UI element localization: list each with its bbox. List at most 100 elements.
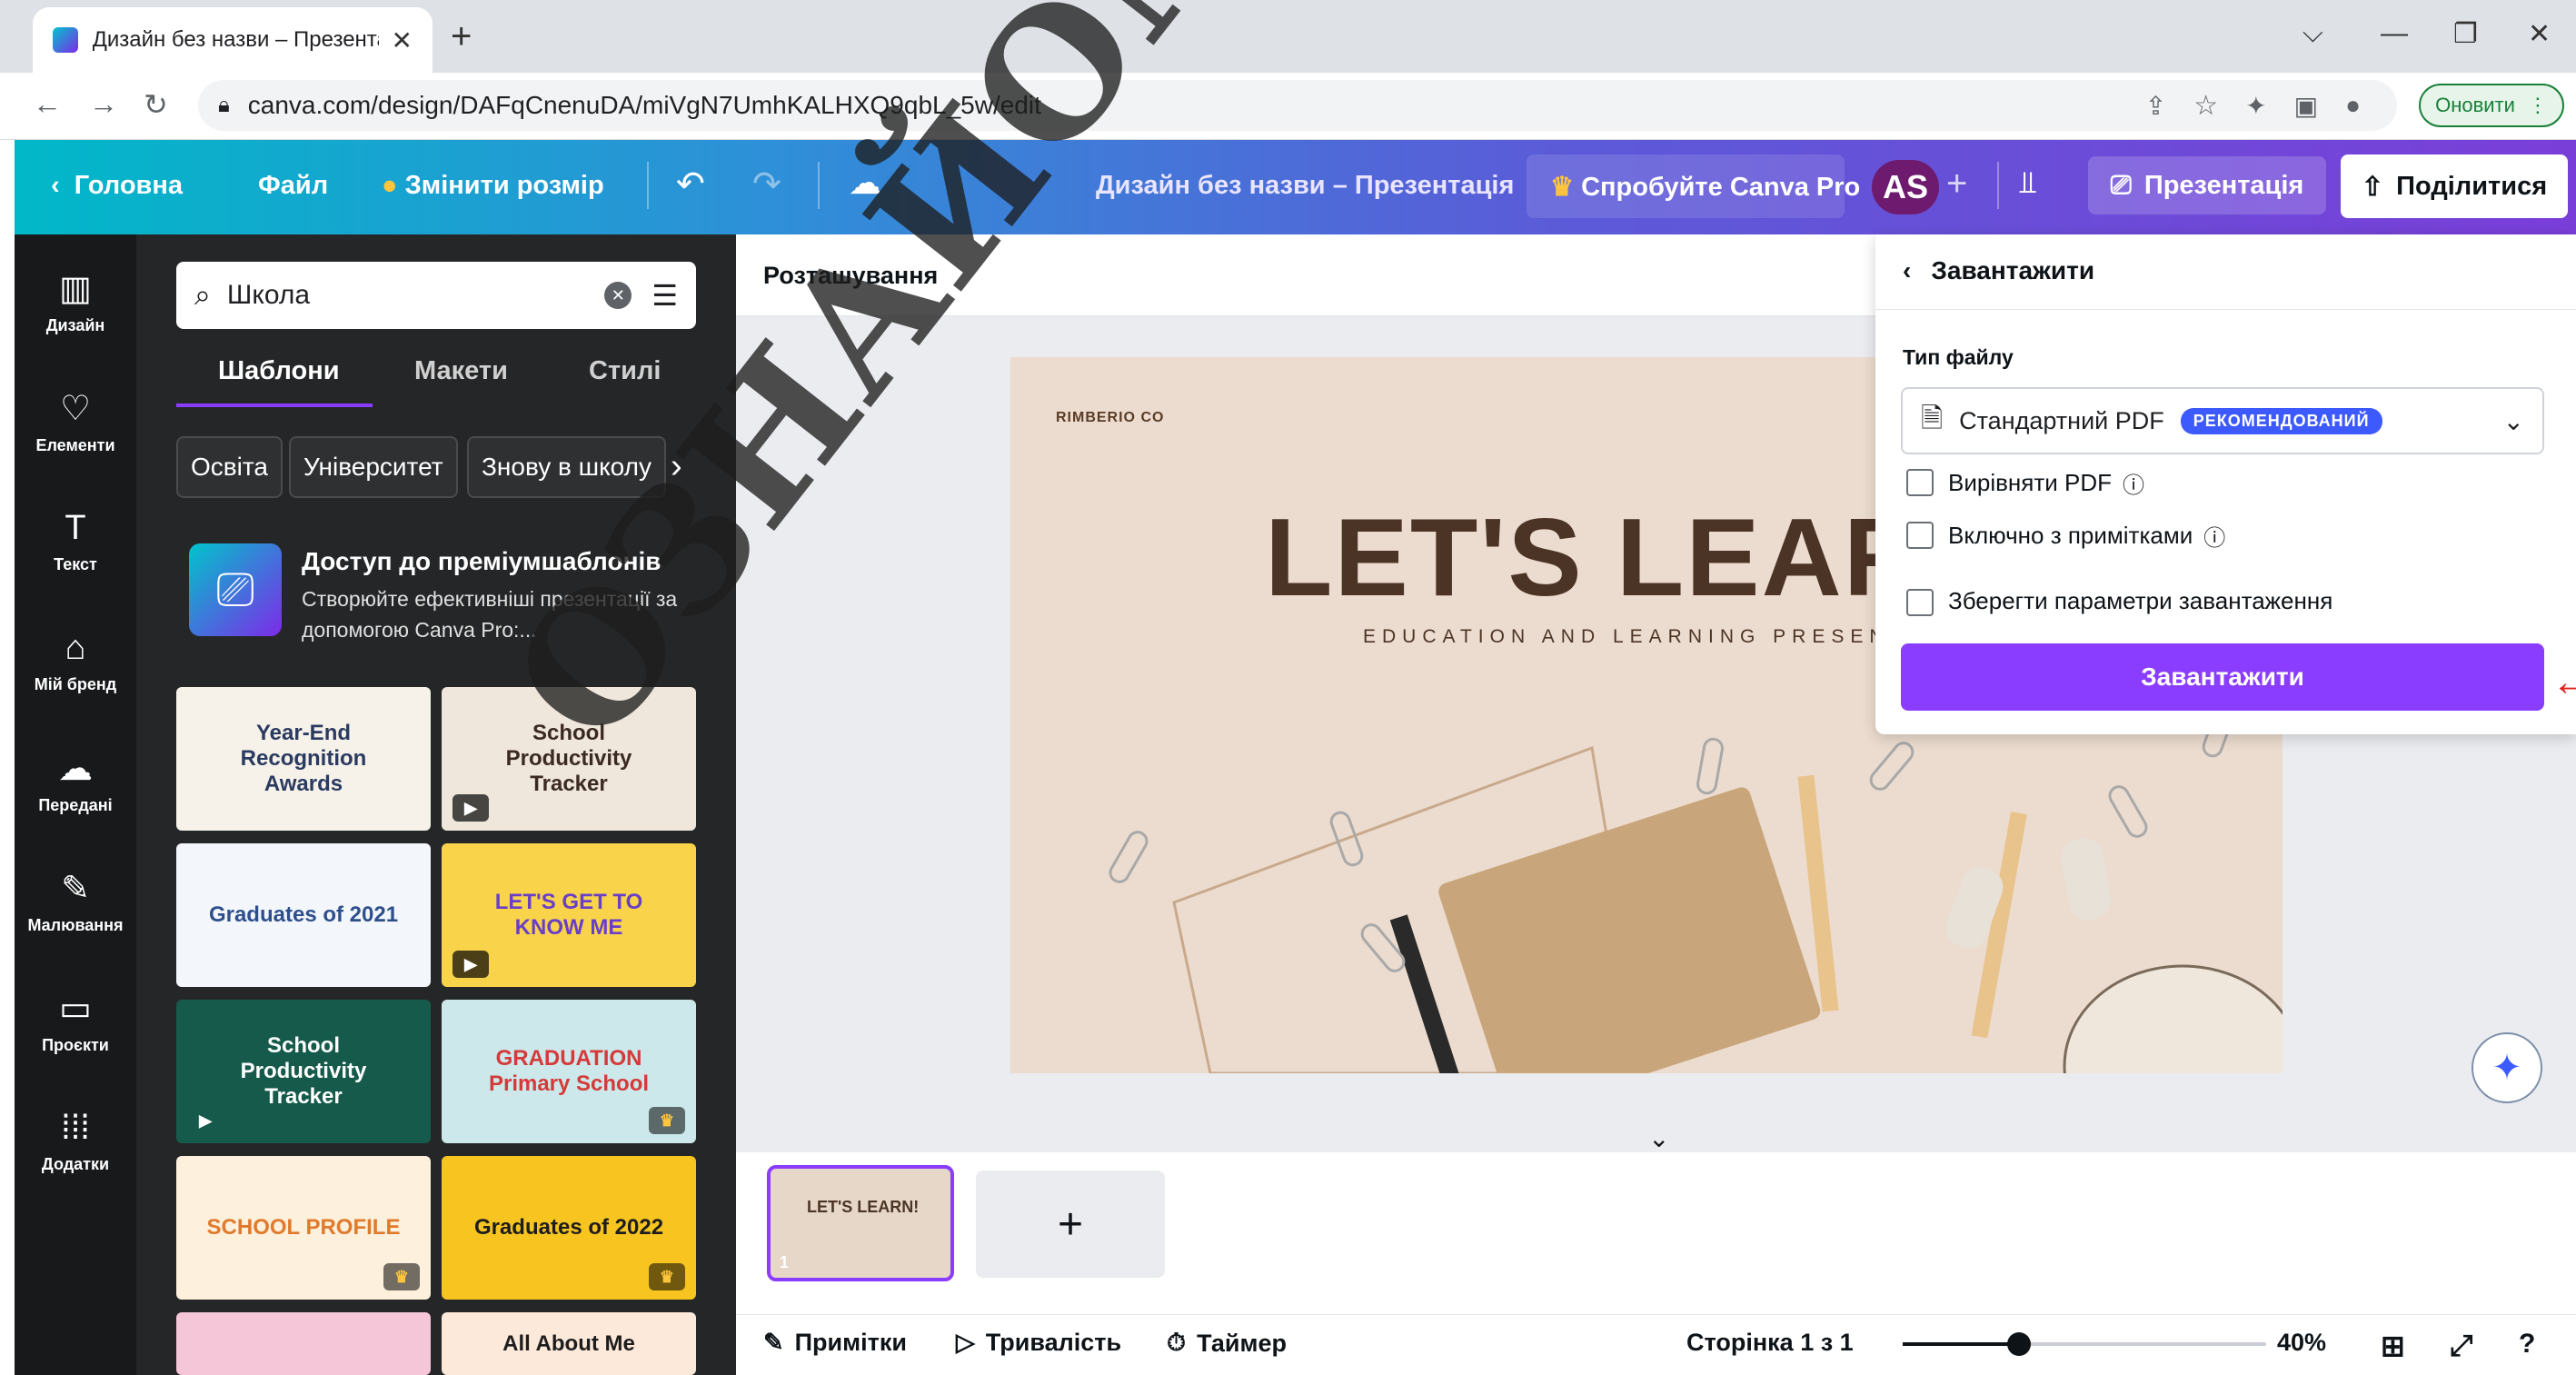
chip-university[interactable]: Університет [289, 436, 458, 498]
include-notes-text: Включно з примітками [1948, 522, 2193, 549]
rail-item-brand[interactable]: ⌂ Мій бренд [15, 602, 136, 722]
template-thumbnail-title: All About Me [502, 1330, 635, 1356]
bookmark-star-icon[interactable]: ☆ [2193, 90, 2218, 122]
info-icon[interactable]: ⓘ [2203, 520, 2225, 552]
position-button[interactable]: Розташування [763, 262, 938, 290]
new-tab-button[interactable]: + [451, 16, 472, 57]
rail-item-uploads[interactable]: ☁ Передані [15, 722, 136, 842]
rail-item-design[interactable]: ▥ Дизайн [15, 242, 136, 362]
extensions-icon[interactable]: ✦ [2245, 91, 2266, 121]
file-type-value: Стандартний PDF [1959, 406, 2164, 434]
update-browser-button[interactable]: Оновити ⋮ [2419, 84, 2564, 127]
magic-sparkle-button[interactable]: ✦ [2472, 1032, 2542, 1103]
template-thumbnail-title: LET'S GET TO KNOW ME [494, 890, 643, 940]
zoom-slider-handle[interactable] [2007, 1332, 2031, 1356]
template-thumbnail[interactable] [176, 1312, 431, 1375]
active-tab-indicator [176, 404, 373, 407]
crown-icon: ● [382, 171, 398, 200]
tab-search-icon[interactable]: ⌵ [2302, 18, 2323, 49]
include-notes-checkbox[interactable] [1906, 522, 1934, 549]
template-thumbnail[interactable]: Year-End Recognition Awards [176, 687, 431, 831]
template-thumbnail[interactable]: School Productivity Tracker ▶ [442, 687, 696, 831]
template-thumbnail[interactable]: LET'S GET TO KNOW ME ▶ [442, 843, 696, 987]
home-button[interactable]: ‹ Головна [51, 171, 183, 201]
play-icon: ▶ [199, 1111, 212, 1130]
notes-button[interactable]: ✎ Примітки [763, 1329, 907, 1357]
back-icon[interactable]: ← [33, 87, 62, 121]
insights-chart-icon[interactable]: ⫫ [2019, 165, 2036, 201]
rail-item-draw[interactable]: ✎ Малювання [15, 842, 136, 962]
rail-item-text[interactable]: T Текст [15, 482, 136, 602]
tab-templates[interactable]: Шаблони [218, 356, 340, 386]
address-bar[interactable]: 🔒︎ canva.com/design/DAFqCnenuDA/miVgN7Um… [198, 80, 2397, 131]
rail-item-apps[interactable]: ⁞⁞⁞ Додатки [15, 1081, 136, 1201]
chevron-down-icon: ⌄ [2502, 406, 2524, 435]
filter-icon[interactable]: ☰ [651, 278, 678, 313]
rail-item-projects[interactable]: ▭ Проєкти [15, 962, 136, 1081]
maximize-icon[interactable]: ❐ [2453, 18, 2478, 50]
page-info[interactable]: Сторінка 1 з 1 [1686, 1329, 1854, 1357]
crown-icon: ♛ [649, 1107, 685, 1134]
add-page-button[interactable]: + [976, 1171, 1165, 1278]
info-icon[interactable]: ⓘ [2123, 467, 2144, 499]
template-thumbnail-title: GRADUATION Primary School [488, 1046, 650, 1096]
search-input[interactable]: Школа [227, 280, 604, 311]
download-popover-header[interactable]: ‹ Завантажити [1903, 256, 2094, 285]
template-thumbnail[interactable]: Graduates of 2021 [176, 843, 431, 987]
expand-pages-icon[interactable]: ⌄ [1648, 1123, 1669, 1153]
present-button[interactable]: ⎚ Презентація [2088, 156, 2326, 214]
template-thumbnail[interactable]: School Productivity Tracker ▶ [176, 1000, 431, 1143]
popover-divider [1875, 309, 2576, 310]
tab-layouts[interactable]: Макети [414, 356, 508, 386]
timer-button[interactable]: ⏱ Таймер [1167, 1329, 1287, 1358]
duration-button[interactable]: ▷ Тривалість [956, 1329, 1121, 1357]
chip-back-to-school[interactable]: Знову в школу [467, 436, 666, 498]
template-thumbnail[interactable]: Graduates of 2022 ♛ [442, 1156, 696, 1300]
add-collaborator-icon[interactable]: + [1946, 164, 1967, 204]
search-box[interactable]: ⌕ Школа ✕ ☰ [176, 262, 696, 329]
template-thumbnail[interactable]: GRADUATION Primary School ♛ [442, 1000, 696, 1143]
help-icon[interactable]: ? [2519, 1329, 2535, 1360]
chip-education[interactable]: Освіта [176, 436, 283, 498]
close-tab-icon[interactable]: ✕ [392, 25, 413, 55]
fullscreen-icon[interactable]: ⤢ [2450, 1329, 2473, 1363]
zoom-slider-fill [1903, 1342, 2019, 1346]
rail-item-elements[interactable]: ♡ Елементи [15, 362, 136, 482]
redo-icon[interactable]: ↷ [752, 164, 781, 204]
save-settings-checkbox[interactable] [1906, 589, 1934, 616]
profile-icon[interactable]: ● [2345, 91, 2361, 120]
undo-icon[interactable]: ↶ [676, 164, 705, 204]
minimize-icon[interactable]: — [2381, 18, 2408, 49]
file-menu-button[interactable]: Файл [258, 171, 328, 201]
window-close-icon[interactable]: ✕ [2528, 18, 2551, 50]
share-button[interactable]: ⇧ Поділитися [2341, 154, 2568, 218]
zoom-level[interactable]: 40% [2277, 1329, 2326, 1357]
resize-button[interactable]: ● Змінити розмір [382, 171, 604, 201]
clear-search-icon[interactable]: ✕ [604, 282, 632, 309]
share-page-icon[interactable]: ⇪ [2145, 91, 2166, 121]
tab-styles[interactable]: Стилі [589, 356, 661, 386]
grid-view-icon[interactable]: ⊞ [2381, 1329, 2405, 1363]
play-box-icon: ▷ [956, 1329, 975, 1356]
download-button[interactable]: Завантажити [1901, 643, 2544, 711]
menu-dots-icon: ⋮ [2527, 94, 2548, 116]
duration-label: Тривалість [985, 1329, 1122, 1356]
back-chevron-icon[interactable]: ‹ [1903, 256, 1911, 285]
page-thumbnail[interactable]: LET'S LEARN! 1 [767, 1165, 954, 1281]
share-label: Поділитися [2396, 171, 2548, 201]
template-thumbnail[interactable]: All About Me [442, 1312, 696, 1375]
side-panel-icon[interactable]: ▣ [2294, 91, 2318, 121]
file-type-select[interactable]: 🗎︎ Стандартний PDF РЕКОМЕНДОВАНИЙ ⌄ [1901, 387, 2544, 454]
template-thumbnail[interactable]: SCHOOL PROFILE ♛ [176, 1156, 431, 1300]
document-title[interactable]: Дизайн без назви – Презентація [1096, 171, 1514, 201]
forward-icon[interactable]: → [89, 87, 118, 121]
browser-tab[interactable]: Дизайн без назви – Презентаці ✕ [33, 7, 433, 73]
cloud-saved-icon[interactable]: ☁ [849, 164, 881, 202]
reload-icon[interactable]: ↻ [144, 87, 168, 122]
promo-title[interactable]: Доступ до преміумшаблонів [302, 547, 661, 576]
chevron-right-icon[interactable]: › [671, 447, 682, 486]
flatten-pdf-checkbox[interactable] [1906, 469, 1934, 496]
template-thumbnail-title: Year-End Recognition Awards [240, 721, 367, 796]
slide-brand[interactable]: RIMBERIO CO [1056, 410, 1164, 426]
avatar[interactable]: AS [1872, 160, 1939, 214]
